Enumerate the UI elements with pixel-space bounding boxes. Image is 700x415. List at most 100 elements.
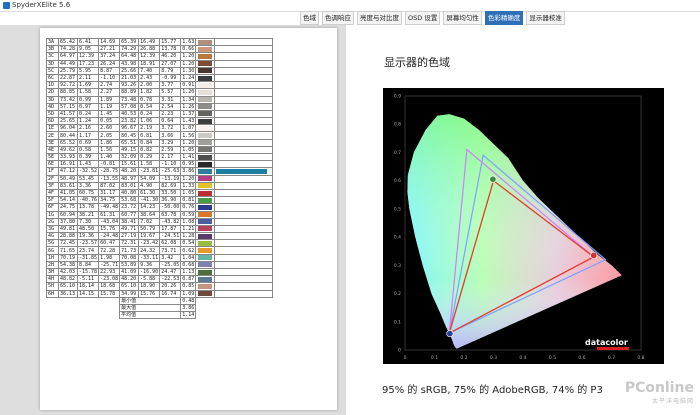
delta-e-value: 1.43 [180, 117, 197, 126]
color-swatch-cell [195, 239, 216, 248]
delta-e-value: 1.41 [180, 152, 197, 162]
tab-5[interactable]: 色彩精确度 [484, 11, 524, 25]
lab-value: 1.58 [76, 88, 100, 97]
lab-value: -24.51 [159, 232, 182, 241]
lab-value: 3.31 [159, 95, 182, 104]
lab-value: 93.26 [119, 81, 140, 90]
lab-value: 17.87 [159, 224, 182, 234]
color-swatch [198, 262, 213, 268]
tab-2[interactable]: 亮度与对比度 [357, 11, 402, 25]
lab-value: 87.02 [98, 181, 121, 190]
lab-value: 0.24 [76, 109, 100, 119]
color-swatch [198, 269, 213, 275]
delta-e-bar-cell [214, 267, 274, 277]
color-swatch-cell [195, 160, 216, 169]
lab-value: 23.72 [119, 203, 140, 212]
lab-value: 34.75 [98, 196, 121, 205]
lab-value: 83.61 [58, 181, 78, 190]
primary-point [590, 251, 598, 259]
lab-value: 1.06 [138, 117, 161, 126]
table-row: 5H 65.10 18.14 18.68 65.10 18.90 20.26 0.85 [46, 282, 274, 291]
lab-value: 13.78 [76, 203, 100, 212]
lab-value: 25.66 [119, 66, 140, 75]
table-row: 6F 24.75 13.78 -49.48 23.72 14.23 -50.00 0.76 [46, 203, 274, 212]
patch-id: 2D [46, 88, 59, 97]
delta-e-value: 0.87 [180, 275, 197, 284]
summary-spacer [47, 304, 120, 311]
delta-e-value: 1.33 [180, 181, 197, 190]
lab-value: -15.78 [76, 267, 100, 277]
delta-e-bar-cell [214, 260, 274, 270]
table-row: 1H 70.19 -31.85 1.98 70.08 -33.11 3.42 1.04 [46, 253, 274, 262]
lab-value: 40.53 [119, 109, 140, 119]
patch-id: 1F [46, 167, 59, 176]
patch-id: 5E [46, 152, 59, 162]
color-swatch [198, 39, 213, 45]
lab-value: 41.57 [58, 109, 78, 119]
lab-value: -25.71 [98, 260, 121, 270]
delta-e-value: 1.07 [180, 124, 197, 133]
tab-4[interactable]: 屏幕均匀性 [443, 11, 482, 25]
tab-3[interactable]: OSD 设置 [405, 11, 441, 25]
lab-value: -23.57 [76, 239, 100, 248]
lab-value: 12.39 [76, 52, 100, 61]
lab-value: 15.77 [159, 37, 182, 47]
lab-value: 83.01 [119, 181, 140, 190]
lab-value: 65.51 [119, 138, 140, 147]
lab-value: 36.13 [58, 289, 78, 298]
color-swatch [198, 248, 213, 254]
lab-value: 9.36 [138, 260, 161, 270]
lab-value: 46.20 [159, 52, 182, 61]
lab-value: 61.30 [138, 188, 161, 198]
lab-value: 44.49 [58, 59, 78, 68]
lab-value: 74.28 [58, 45, 78, 54]
lab-value: 65.39 [119, 37, 140, 47]
lab-value: 14.15 [76, 289, 100, 298]
tab-0[interactable]: 色域 [300, 11, 319, 25]
table-row: 2D 88.85 1.58 2.27 88.89 1.82 5.57 1.20 [46, 88, 274, 97]
lab-value: 49.62 [58, 145, 78, 155]
table-row: 1D 92.72 1.69 2.74 93.26 2.00 3.77 0.91 [46, 81, 274, 90]
tab-1[interactable]: 色调响应 [322, 11, 354, 25]
table-row: 5D 41.57 0.24 1.45 40.53 0.24 2.23 1.37 [46, 109, 274, 119]
table-row: 6C 22.87 2.11 -1.10 21.03 2.43 -0.99 1.24 [46, 73, 274, 83]
lab-value: -43.82 [159, 217, 182, 226]
lab-value: 36.90 [159, 196, 182, 205]
patch-id: 3D [46, 59, 59, 68]
gamut-caption: 95% 的 sRGB, 75% 的 AdobeRGB, 74% 的 P3 [382, 385, 603, 396]
lab-value: 48.82 [58, 275, 78, 284]
lab-value: 82.69 [159, 181, 182, 190]
color-swatch-cell [195, 95, 216, 104]
delta-e-bar-cell [214, 232, 274, 241]
section-heading: 显示器的色域 [384, 56, 450, 69]
delta-e-bar-cell [214, 181, 274, 190]
table-row: 6D 25.65 1.24 0.05 23.82 1.06 0.64 1.43 [46, 117, 274, 126]
lab-value: 16.74 [159, 289, 182, 298]
lab-value: 3.29 [159, 138, 182, 147]
lab-value: 88.85 [58, 88, 78, 97]
delta-e-bar-cell [214, 224, 274, 234]
lab-value: -1.10 [159, 160, 182, 169]
lab-value: 15.61 [119, 160, 140, 169]
table-row: 3A 65.42 6.41 14.69 65.39 16.49 15.77 1.63 [46, 37, 274, 47]
patch-id: 5G [46, 239, 59, 248]
tab-6[interactable]: 显示器校准 [526, 11, 565, 25]
patch-id: 1D [46, 81, 59, 90]
delta-e-value: 1.13 [180, 267, 197, 277]
lab-value: 0.58 [76, 145, 100, 155]
summary-row: 最小值 0.48 [47, 296, 273, 305]
lab-value: -5.11 [76, 275, 100, 284]
color-swatch-cell [195, 52, 216, 61]
lab-value: 1.89 [98, 95, 121, 104]
delta-e-value: 0.76 [180, 203, 197, 212]
lab-value: 7.02 [138, 217, 161, 226]
lab-value: 22.87 [58, 73, 78, 83]
y-tick-label: 0.4 [394, 235, 401, 241]
patch-id: 4F [46, 188, 59, 198]
summary-spacer [47, 297, 120, 304]
lab-value: 18.14 [76, 282, 100, 291]
lab-value: -31.85 [76, 253, 100, 262]
patch-id: 6H [46, 289, 59, 298]
lab-value: -49.48 [98, 203, 121, 212]
y-tick-label: 0.1 [394, 319, 401, 325]
